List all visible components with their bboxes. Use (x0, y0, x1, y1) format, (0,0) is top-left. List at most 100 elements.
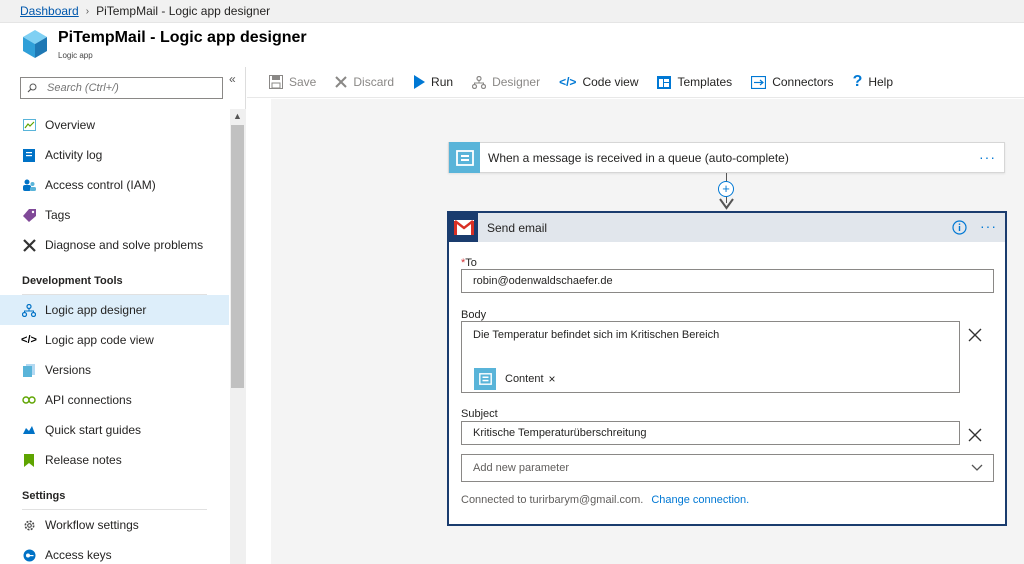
versions-icon (22, 363, 36, 377)
connectors-label: Connectors (772, 75, 834, 89)
clear-subject-button[interactable] (967, 427, 983, 443)
collapse-menu-button[interactable]: « (229, 72, 236, 86)
code-icon: </> (21, 334, 37, 346)
sidebar-item-label: Activity log (45, 148, 103, 162)
discard-button[interactable]: Discard (335, 75, 394, 89)
sidebar-item-access-control[interactable]: Access control (IAM) (0, 170, 229, 200)
sidebar-item-quick-start[interactable]: Quick start guides (0, 415, 229, 445)
save-icon (269, 75, 283, 89)
add-parameter-label: Add new parameter (473, 462, 569, 474)
help-label: Help (868, 75, 894, 89)
trigger-card[interactable]: When a message is received in a queue (a… (448, 142, 1005, 173)
sidebar-item-label: API connections (45, 393, 132, 407)
to-field[interactable]: robin@odenwaldschaefer.de (461, 269, 994, 293)
action-header[interactable]: Send email ··· (449, 213, 1005, 242)
question-mark-icon: ? (852, 73, 863, 90)
arrow-down-icon (719, 198, 734, 210)
help-button[interactable]: ? Help (853, 73, 893, 91)
sidebar-item-label: Quick start guides (45, 423, 142, 437)
save-button[interactable]: Save (269, 75, 316, 89)
gmail-icon (449, 213, 478, 242)
play-icon (413, 75, 426, 89)
code-view-button[interactable]: </> Code view (559, 75, 638, 89)
page-subtitle: Logic app (58, 51, 93, 60)
templates-icon (657, 75, 672, 89)
connectors-button[interactable]: Connectors (751, 75, 834, 89)
sidebar-item-diagnose[interactable]: Diagnose and solve problems (0, 230, 229, 260)
sidebar-item-overview[interactable]: Overview (0, 110, 229, 140)
subject-value: Kritische Temperaturüberschreitung (473, 427, 647, 439)
templates-label: Templates (677, 75, 733, 89)
subject-field[interactable]: Kritische Temperaturüberschreitung (461, 421, 960, 445)
trigger-more-options-button[interactable]: ··· (979, 149, 996, 165)
sidebar-item-workflow-settings[interactable]: Workflow settings (0, 510, 229, 540)
send-email-card[interactable]: Send email ··· *To robin@odenwaldschaefe… (447, 211, 1007, 526)
section-development-tools: Development Tools (22, 275, 123, 287)
sidebar-item-logic-app-designer[interactable]: Logic app designer (0, 295, 229, 325)
service-bus-icon (449, 142, 480, 173)
sidebar-item-label: Workflow settings (45, 518, 139, 532)
discard-icon (335, 76, 348, 88)
to-label-text: To (465, 257, 477, 269)
to-label: *To (461, 257, 477, 269)
sidebar-item-release-notes[interactable]: Release notes (0, 445, 229, 475)
designer-icon (472, 75, 487, 89)
clear-body-button[interactable] (967, 327, 983, 343)
sidebar-item-versions[interactable]: Versions (0, 355, 229, 385)
api-connections-icon (22, 393, 36, 407)
activity-log-icon (22, 148, 36, 162)
sidebar-item-access-keys[interactable]: Access keys (0, 540, 229, 564)
run-label: Run (431, 75, 454, 89)
content-token[interactable]: Content × (474, 368, 556, 390)
sidebar-item-api-connections[interactable]: API connections (0, 385, 229, 415)
sidebar-item-activity-log[interactable]: Activity log (0, 140, 229, 170)
action-more-options-button[interactable]: ··· (980, 218, 997, 234)
remove-token-button[interactable]: × (549, 372, 556, 386)
trigger-title: When a message is received in a queue (a… (488, 150, 789, 165)
sidebar-item-tags[interactable]: Tags (0, 200, 229, 230)
breadcrumb: Dashboard › PiTempMail - Logic app desig… (0, 0, 1024, 23)
search-input[interactable] (47, 82, 207, 94)
change-connection-link[interactable]: Change connection. (651, 494, 749, 506)
designer-toolbar: Save Discard Run Designer </> Code view … (247, 67, 1024, 98)
body-label: Body (461, 309, 487, 321)
designer-label: Designer (492, 75, 541, 89)
breadcrumb-dashboard-link[interactable]: Dashboard (20, 4, 79, 18)
chevron-down-icon (971, 464, 983, 471)
search-icon (27, 83, 37, 93)
page-title: PiTempMail - Logic app designer (58, 29, 307, 46)
add-parameter-dropdown[interactable]: Add new parameter (461, 454, 994, 482)
run-button[interactable]: Run (413, 75, 453, 89)
sidebar-item-label: Access control (IAM) (45, 178, 156, 192)
logic-app-icon (23, 30, 47, 58)
designer-button[interactable]: Designer (472, 75, 540, 89)
sidebar-item-label: Release notes (45, 453, 122, 467)
overview-icon (22, 118, 36, 132)
resource-menu: « ▲ Overview Activity log Access control… (0, 67, 246, 564)
gear-icon (22, 518, 36, 532)
body-field[interactable]: Die Temperatur befindet sich im Kritisch… (461, 321, 960, 393)
info-icon[interactable] (952, 220, 967, 235)
subject-label: Subject (461, 408, 498, 420)
search-box[interactable] (20, 77, 223, 99)
sidebar-item-label: Tags (45, 208, 71, 222)
action-title: Send email (487, 220, 548, 235)
sidebar-item-label: Logic app designer (45, 303, 147, 317)
add-step-button[interactable]: + (718, 181, 734, 197)
sidebar-item-logic-app-code-view[interactable]: </> Logic app code view (0, 325, 229, 355)
wrench-icon (22, 238, 36, 252)
code-view-label: Code view (582, 75, 639, 89)
sidebar-item-label: Diagnose and solve problems (45, 238, 204, 252)
page-header: PiTempMail - Logic app designer Logic ap… (0, 23, 1024, 67)
scroll-up-arrow-icon[interactable]: ▲ (233, 111, 242, 121)
discard-label: Discard (353, 75, 395, 89)
breadcrumb-current: PiTempMail - Logic app designer (96, 4, 271, 18)
templates-button[interactable]: Templates (657, 75, 732, 89)
menu-scrollbar-thumb[interactable] (231, 125, 244, 388)
service-bus-icon (474, 368, 496, 390)
save-label: Save (289, 75, 317, 89)
iam-icon (22, 178, 36, 192)
body-text: Die Temperatur befindet sich im Kritisch… (473, 329, 720, 341)
sidebar-item-label: Logic app code view (45, 333, 154, 347)
quickstart-icon (22, 423, 36, 437)
